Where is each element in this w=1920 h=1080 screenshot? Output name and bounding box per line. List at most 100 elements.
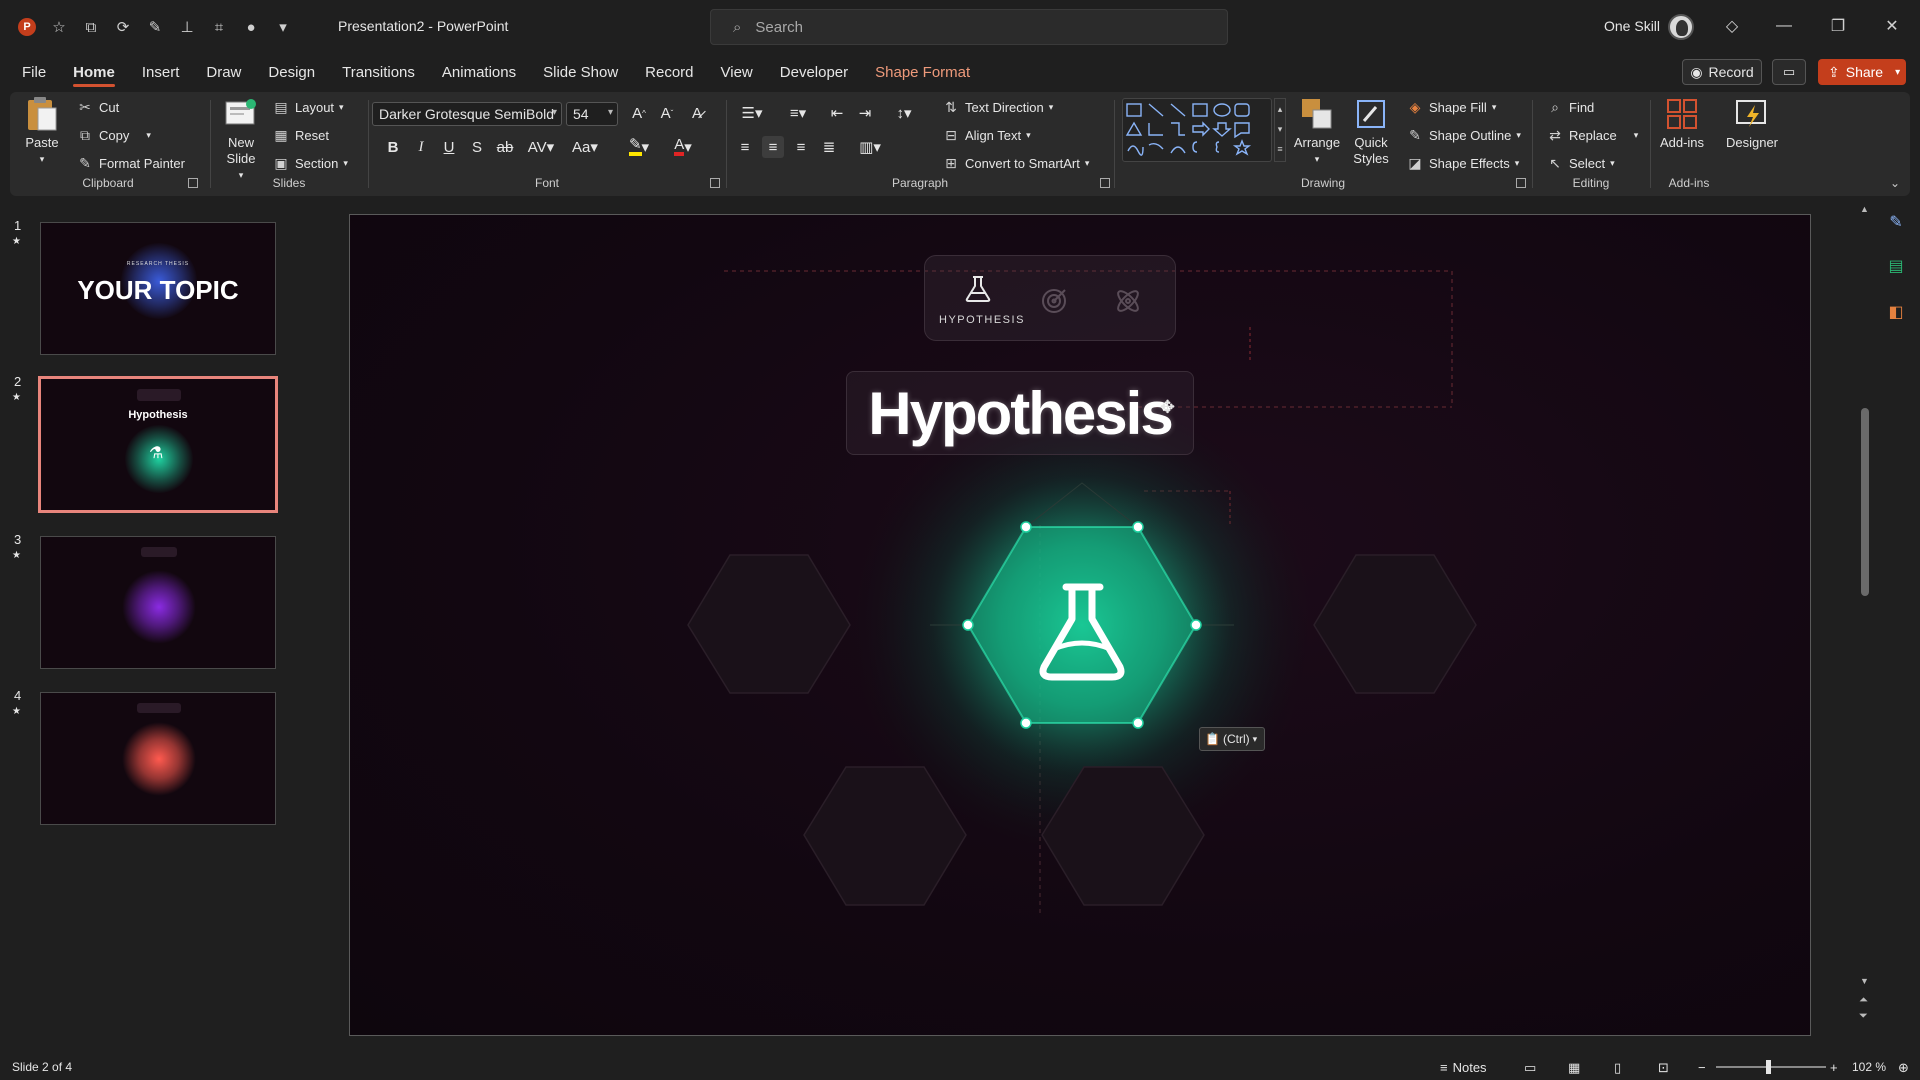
font-color-icon[interactable]: A ▾ bbox=[666, 136, 700, 158]
nav-card[interactable]: HYPOTHESIS bbox=[924, 255, 1176, 341]
tab-transitions[interactable]: Transitions bbox=[342, 58, 415, 87]
align-text-button[interactable]: ⊟ Align Text ▾ bbox=[942, 126, 1031, 144]
shape-outline-button[interactable]: ✎ Shape Outline ▾ bbox=[1406, 126, 1521, 144]
format-icon[interactable]: ✎ bbox=[146, 18, 164, 36]
tab-view[interactable]: View bbox=[721, 58, 753, 87]
zoom-in-icon[interactable]: + bbox=[1830, 1060, 1838, 1075]
previous-slide-icon[interactable]: ⏶ bbox=[1859, 994, 1868, 1006]
slide-canvas[interactable]: HYPOTHESIS Hypothesis ✥ 📋 (Ctrl) ▾ bbox=[349, 214, 1811, 1036]
italic-icon[interactable]: I bbox=[410, 136, 432, 158]
convert-smartart-button[interactable]: ⊞ Convert to SmartArt ▾ bbox=[942, 154, 1089, 172]
launcher-icon[interactable] bbox=[188, 178, 198, 188]
restore-icon[interactable]: ❐ bbox=[1828, 16, 1848, 36]
increase-font-icon[interactable]: A ^ bbox=[628, 102, 650, 124]
replace-button[interactable]: ⇄ Replace ▾ bbox=[1546, 126, 1638, 144]
font-size-dropdown[interactable]: 54 ▾ bbox=[566, 102, 618, 126]
avatar[interactable] bbox=[1668, 14, 1694, 40]
redo-icon[interactable]: ⟳ bbox=[114, 18, 132, 36]
close-icon[interactable]: ✕ bbox=[1882, 16, 1902, 36]
shapes-more-icon[interactable]: ▴ ▾ ≡ bbox=[1274, 98, 1286, 162]
shapes-gallery[interactable] bbox=[1122, 98, 1272, 162]
thumbnail-slide-2[interactable]: Hypothesis ⚗ bbox=[38, 376, 278, 513]
tab-insert[interactable]: Insert bbox=[142, 58, 180, 87]
select-button[interactable]: ↖ Select ▾ bbox=[1546, 154, 1615, 172]
line-spacing-icon[interactable]: ↕▾ bbox=[886, 102, 922, 124]
character-spacing-icon[interactable]: AV▾ bbox=[524, 136, 558, 158]
tab-draw[interactable]: Draw bbox=[206, 58, 241, 87]
save-icon[interactable]: ⧉ bbox=[82, 18, 100, 36]
launcher-icon[interactable] bbox=[1100, 178, 1110, 188]
title-textbox[interactable]: Hypothesis bbox=[846, 371, 1194, 455]
search-input[interactable]: ⌕ Search bbox=[710, 9, 1228, 45]
bold-icon[interactable]: B bbox=[382, 136, 404, 158]
tab-shape-format[interactable]: Shape Format bbox=[875, 58, 970, 87]
copy-button[interactable]: ⧉ Copy ▾ bbox=[76, 126, 151, 144]
zoom-out-icon[interactable]: − bbox=[1698, 1060, 1706, 1075]
zoom-level[interactable]: 102 % bbox=[1852, 1060, 1886, 1074]
tab-file[interactable]: File bbox=[22, 58, 46, 87]
paste-options-button[interactable]: 📋 (Ctrl) ▾ bbox=[1199, 727, 1265, 751]
tab-animations[interactable]: Animations bbox=[442, 58, 516, 87]
diamond-icon[interactable]: ◇ bbox=[1722, 16, 1742, 36]
autosave-icon[interactable]: ☆ bbox=[50, 18, 68, 36]
shape-effects-button[interactable]: ◪ Shape Effects ▾ bbox=[1406, 154, 1519, 172]
scroll-thumb[interactable] bbox=[1861, 408, 1869, 596]
numbering-icon[interactable]: ≡▾ bbox=[780, 102, 816, 124]
tab-slide-show[interactable]: Slide Show bbox=[543, 58, 618, 87]
notes-button[interactable]: ≡ Notes bbox=[1440, 1060, 1487, 1075]
quick-styles-button[interactable]: Quick Styles bbox=[1344, 96, 1398, 167]
zoom-slider-thumb[interactable] bbox=[1766, 1060, 1771, 1074]
designer-button[interactable]: Designer bbox=[1720, 96, 1784, 151]
launcher-icon[interactable] bbox=[1516, 178, 1526, 188]
next-slide-icon[interactable]: ⏷ bbox=[1859, 1010, 1868, 1022]
record-button[interactable]: ◉ Record bbox=[1682, 59, 1762, 85]
minimize-icon[interactable]: — bbox=[1774, 16, 1794, 36]
user-name[interactable]: One Skill bbox=[1604, 18, 1660, 34]
align-center-icon[interactable]: ≡ bbox=[762, 136, 784, 158]
format-pane-icon[interactable]: ◧ bbox=[1884, 300, 1908, 324]
crop-icon[interactable]: ⌗ bbox=[210, 18, 228, 36]
thumbnail-slide-1[interactable]: RESEARCH THESIS YOUR TOPIC bbox=[40, 222, 276, 355]
copilot-pen-icon[interactable]: ✎ bbox=[1884, 210, 1908, 234]
tab-home[interactable]: Home bbox=[73, 58, 115, 87]
decrease-indent-icon[interactable]: ⇤ bbox=[826, 102, 848, 124]
collapse-ribbon-icon[interactable]: ⌄ bbox=[1890, 176, 1900, 190]
underline-icon[interactable]: U bbox=[438, 136, 460, 158]
scroll-down-icon[interactable]: ▼ bbox=[1860, 976, 1869, 986]
find-button[interactable]: ⌕ Find bbox=[1546, 98, 1594, 116]
format-painter-button[interactable]: ✎ Format Painter bbox=[76, 154, 185, 172]
align-right-icon[interactable]: ≡ bbox=[790, 136, 812, 158]
tab-developer[interactable]: Developer bbox=[780, 58, 848, 87]
thumbnail-slide-3[interactable] bbox=[40, 536, 276, 669]
section-button[interactable]: ▣ Section ▾ bbox=[272, 154, 348, 172]
shape-fill-button[interactable]: ◈ Shape Fill ▾ bbox=[1406, 98, 1497, 116]
addins-button[interactable]: Add-ins bbox=[1654, 96, 1710, 151]
align-icon[interactable]: ⊥ bbox=[178, 18, 196, 36]
normal-view-icon[interactable]: ▭ bbox=[1524, 1060, 1536, 1076]
columns-icon[interactable]: ▥▾ bbox=[852, 136, 888, 158]
layout-button[interactable]: ▤ Layout ▾ bbox=[272, 98, 343, 116]
cut-button[interactable]: ✂ Cut bbox=[76, 98, 119, 116]
tab-record[interactable]: Record bbox=[645, 58, 693, 87]
tab-design[interactable]: Design bbox=[268, 58, 315, 87]
customize-qat-icon[interactable]: ▾ bbox=[274, 18, 292, 36]
vertical-scrollbar[interactable]: ▲ ▼ ⏶ ⏷ bbox=[1856, 200, 1874, 1050]
decrease-font-icon[interactable]: Aˇ bbox=[656, 102, 678, 124]
increase-indent-icon[interactable]: ⇥ bbox=[854, 102, 876, 124]
zoom-slider[interactable] bbox=[1716, 1060, 1826, 1074]
launcher-icon[interactable] bbox=[710, 178, 720, 188]
new-slide-button[interactable]: New Slide ▾ bbox=[218, 96, 264, 183]
paste-button[interactable]: Paste ▾ bbox=[22, 96, 62, 167]
share-button[interactable]: ⇪ Share ▾ bbox=[1818, 59, 1906, 85]
justify-icon[interactable]: ≣ bbox=[818, 136, 840, 158]
text-direction-button[interactable]: ⇅ Text Direction ▾ bbox=[942, 98, 1053, 116]
bullets-icon[interactable]: ☰▾ bbox=[734, 102, 770, 124]
slideshow-view-icon[interactable]: ⊡ bbox=[1658, 1060, 1669, 1076]
thumbnail-slide-4[interactable] bbox=[40, 692, 276, 825]
strikethrough-icon[interactable]: ab bbox=[494, 136, 516, 158]
reading-view-icon[interactable]: ▯ bbox=[1614, 1060, 1621, 1076]
scroll-up-icon[interactable]: ▲ bbox=[1860, 204, 1869, 214]
slide-sorter-icon[interactable]: ▦ bbox=[1568, 1060, 1580, 1076]
align-left-icon[interactable]: ≡ bbox=[734, 136, 756, 158]
comments-button[interactable]: ▭ bbox=[1772, 59, 1806, 85]
